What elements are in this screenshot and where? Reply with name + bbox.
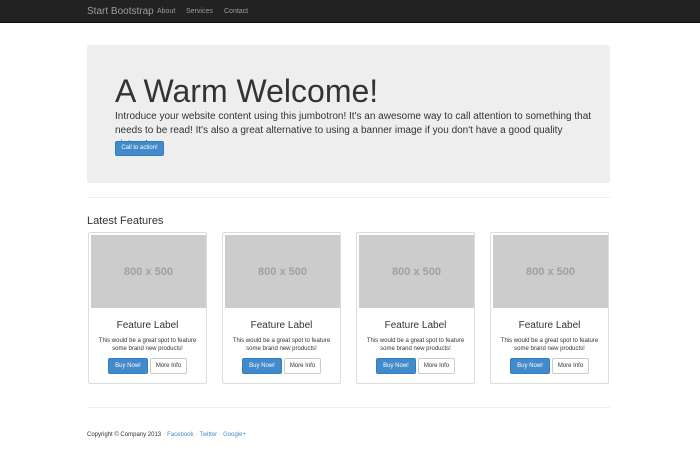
buy-now-button[interactable]: Buy Now! [376, 358, 416, 374]
footer-separator: · [195, 432, 198, 438]
nav-link-about[interactable]: About [157, 0, 175, 23]
jumbotron-title: A Warm Welcome! [115, 73, 379, 109]
feature-label: Feature Label [384, 320, 447, 331]
feature-label: Feature Label [518, 320, 581, 331]
footer: Copyright © Company 2013 · Facebook · Twitte… [87, 431, 246, 440]
divider-bottom [87, 407, 610, 408]
footer-link-googleplus[interactable]: Google+ [223, 432, 246, 438]
feature-image-placeholder: 800 x 500 [225, 235, 340, 308]
footer-copyright: Copyright © Company 2013 [87, 432, 162, 438]
more-info-button[interactable]: More Info [552, 358, 589, 374]
navbar: Start Bootstrap About Services Contact [0, 0, 700, 23]
nav-link-contact[interactable]: Contact [224, 0, 248, 23]
feature-card-3: 800 x 500 Feature Label This would be a … [356, 232, 475, 384]
feature-text: This would be a great spot to feature so… [366, 338, 465, 352]
section-title: Latest Features [87, 215, 164, 227]
navbar-brand[interactable]: Start Bootstrap [87, 0, 154, 23]
buy-now-button[interactable]: Buy Now! [108, 358, 148, 374]
feature-label: Feature Label [250, 320, 313, 331]
divider-top [87, 197, 610, 198]
feature-card-1: 800 x 500 Feature Label This would be a … [88, 232, 207, 384]
more-info-button[interactable]: More Info [150, 358, 187, 374]
more-info-button[interactable]: More Info [418, 358, 455, 374]
call-to-action-button[interactable]: Call to action! [115, 141, 164, 156]
more-info-button[interactable]: More Info [284, 358, 321, 374]
feature-card-4: 800 x 500 Feature Label This would be a … [490, 232, 609, 384]
nav-link-services[interactable]: Services [186, 0, 213, 23]
footer-link-twitter[interactable]: Twitter [200, 432, 218, 438]
feature-text: This would be a great spot to feature so… [500, 338, 599, 352]
feature-text: This would be a great spot to feature so… [232, 338, 331, 352]
footer-separator: · [163, 432, 166, 438]
feature-image-placeholder: 800 x 500 [359, 235, 474, 308]
jumbotron: A Warm Welcome! Introduce your website c… [87, 45, 610, 183]
feature-label: Feature Label [116, 320, 179, 331]
jumbotron-text: Introduce your website content using thi… [115, 111, 592, 150]
footer-separator: · [219, 432, 222, 438]
feature-text: This would be a great spot to feature so… [98, 338, 197, 352]
footer-link-facebook[interactable]: Facebook [167, 432, 193, 438]
buy-now-button[interactable]: Buy Now! [242, 358, 282, 374]
feature-card-2: 800 x 500 Feature Label This would be a … [222, 232, 341, 384]
buy-now-button[interactable]: Buy Now! [510, 358, 550, 374]
feature-image-placeholder: 800 x 500 [91, 235, 206, 308]
feature-image-placeholder: 800 x 500 [493, 235, 608, 308]
